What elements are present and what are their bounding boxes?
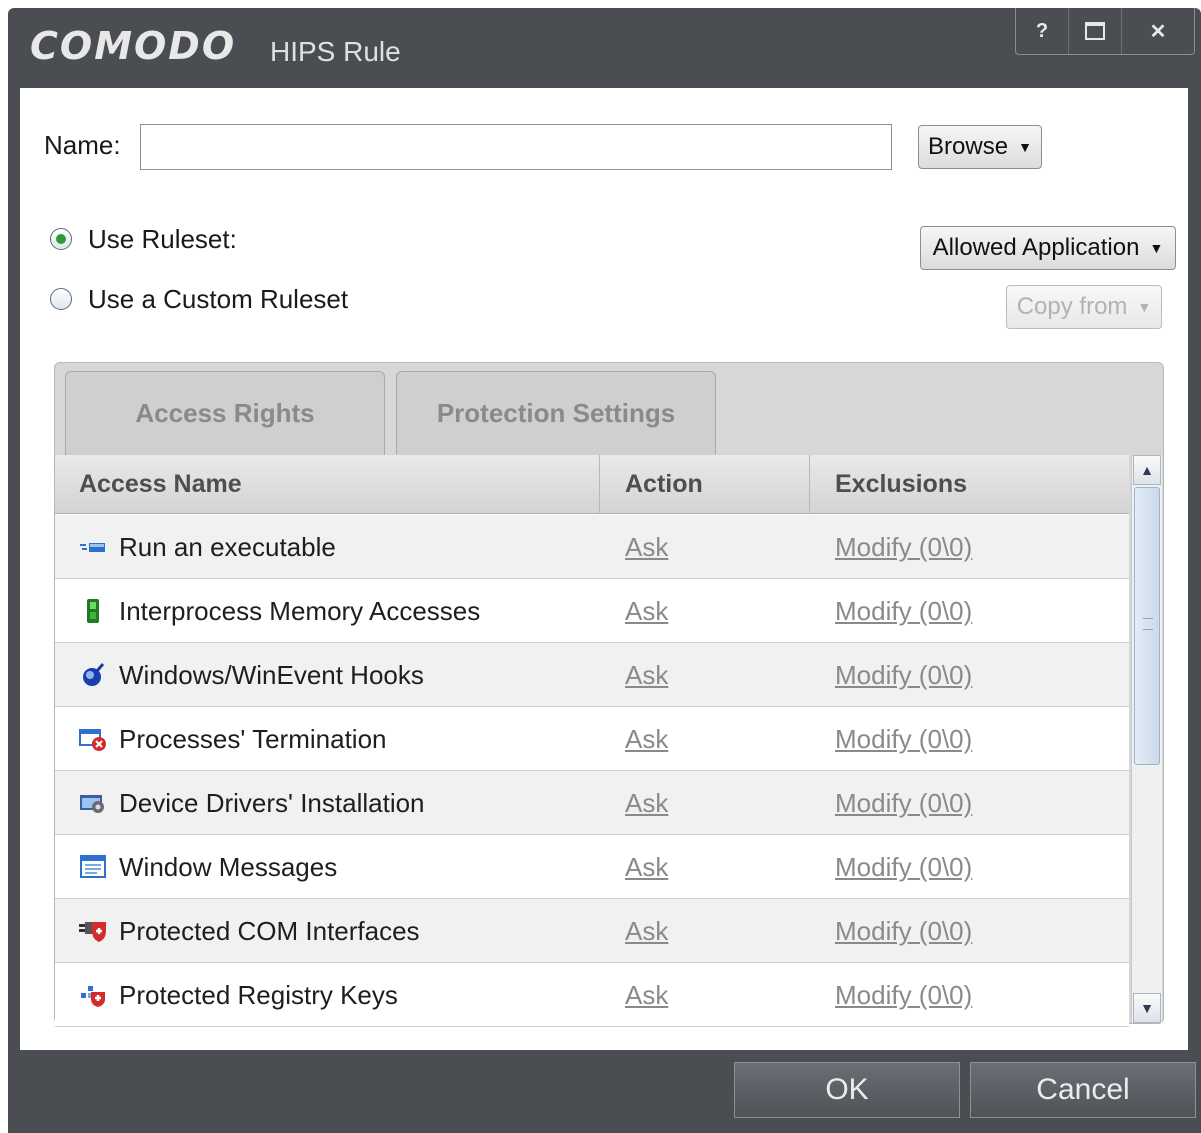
column-divider[interactable] (809, 455, 810, 513)
scrollbar-thumb[interactable] (1134, 487, 1160, 765)
action-link[interactable]: Ask (625, 835, 668, 899)
action-link[interactable]: Ask (625, 771, 668, 835)
modify-exclusions-link[interactable]: Modify (0\0) (835, 707, 972, 771)
maximize-button[interactable] (1068, 8, 1121, 54)
action-link[interactable]: Ask (625, 707, 668, 771)
table-row[interactable]: Protected COM Interfaces Ask Modify (0\0… (55, 899, 1129, 963)
action-link[interactable]: Ask (625, 515, 668, 579)
close-button[interactable]: ✕ (1121, 8, 1194, 54)
driver-icon (80, 795, 104, 813)
tab-access-rights[interactable]: Access Rights (65, 371, 385, 455)
com-interface-icon (79, 922, 106, 942)
modify-exclusions-link[interactable]: Modify (0\0) (835, 643, 972, 707)
grip-icon (1143, 618, 1153, 630)
column-header-action[interactable]: Action (625, 455, 703, 513)
vertical-scrollbar[interactable]: ▲ ▼ (1131, 455, 1162, 1023)
cancel-button[interactable]: Cancel (970, 1062, 1196, 1118)
access-rights-table: Access Name Action Exclusions Run an exe… (55, 455, 1129, 1027)
help-icon: ? (1035, 19, 1049, 42)
help-button[interactable]: ? (1016, 8, 1068, 54)
browse-button[interactable]: Browse ▼ (918, 125, 1042, 169)
rules-tab-panel: Access Rights Protection Settings Access… (54, 362, 1164, 1027)
access-name: Run an executable (119, 532, 336, 562)
column-divider[interactable] (599, 455, 600, 513)
use-ruleset-radio[interactable] (50, 228, 72, 250)
column-header-access-name[interactable]: Access Name (79, 455, 242, 513)
comodo-logo: COMODO (30, 24, 237, 68)
access-name: Windows/WinEvent Hooks (119, 660, 424, 690)
close-icon: ✕ (1149, 20, 1167, 43)
access-name: Window Messages (119, 852, 338, 882)
registry-icon (81, 986, 105, 1007)
table-row[interactable]: Device Drivers' Installation Ask Modify … (55, 771, 1129, 835)
chevron-down-icon: ▼ (1137, 299, 1152, 315)
termination-icon (79, 729, 106, 751)
chevron-down-icon: ▼ (1018, 139, 1032, 155)
copy-from-label: Copy from (1016, 293, 1128, 320)
chevron-down-icon: ▼ (1140, 1000, 1154, 1016)
access-name: Protected Registry Keys (119, 980, 398, 1010)
name-input[interactable] (140, 124, 892, 170)
maximize-icon (1085, 22, 1105, 40)
modify-exclusions-link[interactable]: Modify (0\0) (835, 835, 972, 899)
scroll-up-button[interactable]: ▲ (1133, 455, 1161, 485)
action-link[interactable]: Ask (625, 643, 668, 707)
access-name: Protected COM Interfaces (119, 916, 420, 946)
name-label: Name: (44, 130, 121, 160)
table-row[interactable]: Run an executable Ask Modify (0\0) (55, 515, 1129, 579)
hips-rule-window: COMODO HIPS Rule ? ✕ Name: Browse ▼ Use R… (8, 8, 1201, 1133)
access-name: Processes' Termination (119, 724, 387, 754)
column-header-exclusions[interactable]: Exclusions (835, 455, 967, 513)
action-link[interactable]: Ask (625, 963, 668, 1027)
modify-exclusions-link[interactable]: Modify (0\0) (835, 579, 972, 643)
use-ruleset-label[interactable]: Use Ruleset: (88, 224, 237, 255)
action-link[interactable]: Ask (625, 579, 668, 643)
copy-from-button[interactable]: Copy from ▼ (1006, 285, 1162, 329)
table-row[interactable]: Processes' Termination Ask Modify (0\0) (55, 707, 1129, 771)
radio-selected-dot (56, 234, 66, 244)
modify-exclusions-link[interactable]: Modify (0\0) (835, 963, 972, 1027)
table-row[interactable]: Window Messages Ask Modify (0\0) (55, 835, 1129, 899)
table-header: Access Name Action Exclusions (55, 455, 1129, 514)
modify-exclusions-link[interactable]: Modify (0\0) (835, 771, 972, 835)
custom-ruleset-label[interactable]: Use a Custom Ruleset (88, 284, 348, 315)
table-row[interactable]: Interprocess Memory Accesses Ask Modify … (55, 579, 1129, 643)
chevron-up-icon: ▲ (1140, 462, 1154, 478)
modify-exclusions-link[interactable]: Modify (0\0) (835, 515, 972, 579)
scroll-down-button[interactable]: ▼ (1133, 993, 1161, 1023)
ruleset-dropdown[interactable]: Allowed Application ▼ (920, 226, 1176, 270)
window-title: HIPS Rule (270, 36, 401, 67)
chevron-down-icon: ▼ (1149, 240, 1164, 256)
dialog-body: Name: Browse ▼ Use Ruleset: Allowed Appli… (20, 88, 1188, 1050)
hooks-icon (83, 663, 105, 686)
ruleset-dropdown-value: Allowed Application (932, 234, 1140, 261)
ok-button[interactable]: OK (734, 1062, 960, 1118)
table-row[interactable]: Protected Registry Keys Ask Modify (0\0) (55, 963, 1129, 1027)
memory-icon (87, 599, 99, 623)
browse-button-label: Browse (928, 133, 1009, 160)
window-controls: ? ✕ (1015, 8, 1195, 55)
access-name: Device Drivers' Installation (119, 788, 425, 818)
custom-ruleset-radio[interactable] (50, 288, 72, 310)
table-row[interactable]: Windows/WinEvent Hooks Ask Modify (0\0) (55, 643, 1129, 707)
tab-protection-settings[interactable]: Protection Settings (396, 371, 716, 455)
access-name: Interprocess Memory Accesses (119, 596, 481, 626)
run-executable-icon (80, 543, 105, 552)
window-messages-icon (80, 855, 106, 878)
title-bar[interactable]: COMODO HIPS Rule ? ✕ (8, 8, 1201, 88)
modify-exclusions-link[interactable]: Modify (0\0) (835, 899, 972, 963)
action-link[interactable]: Ask (625, 899, 668, 963)
